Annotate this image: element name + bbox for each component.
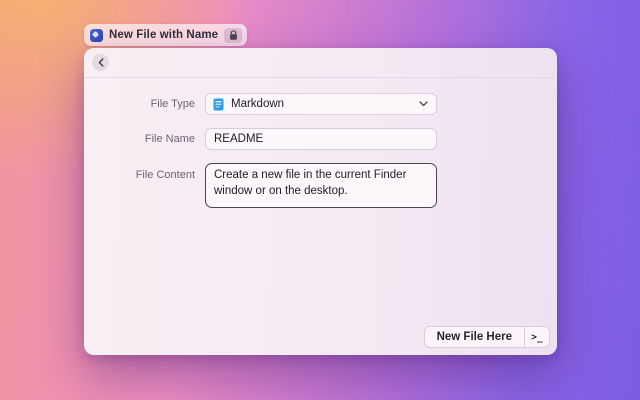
new-file-here-button[interactable]: New File Here	[425, 327, 524, 347]
chevron-left-icon	[98, 58, 104, 67]
terminal-shortcut-button[interactable]: >_	[525, 327, 549, 347]
chevron-down-icon	[419, 101, 428, 107]
lock-icon	[224, 28, 242, 43]
action-button-group: New File Here >_	[424, 326, 550, 348]
new-file-form: File Type Markdown File Name	[84, 78, 557, 208]
desktop-background: New File with Name File Type	[0, 0, 640, 400]
file-name-input[interactable]	[205, 128, 437, 150]
back-button[interactable]	[92, 54, 109, 71]
window-footer: New File Here >_	[424, 326, 550, 348]
file-type-label: File Type	[84, 93, 195, 115]
terminal-prompt-icon: >_	[531, 332, 542, 343]
file-type-value: Markdown	[231, 98, 413, 110]
window-header	[84, 48, 557, 78]
badge-title: New File with Name	[109, 29, 218, 41]
shortcut-title-badge[interactable]: New File with Name	[84, 24, 247, 46]
file-document-icon	[212, 98, 225, 111]
file-type-row: File Type Markdown	[84, 93, 557, 115]
file-name-label: File Name	[84, 128, 195, 150]
file-content-label: File Content	[84, 163, 195, 182]
file-name-row: File Name	[84, 128, 557, 150]
app-icon	[90, 29, 103, 42]
file-content-textarea[interactable]: Create a new file in the current Finder …	[205, 163, 437, 208]
file-type-select[interactable]: Markdown	[205, 93, 437, 115]
file-content-row: File Content Create a new file in the cu…	[84, 163, 557, 208]
shortcut-form-window: File Type Markdown File Name	[84, 48, 557, 355]
